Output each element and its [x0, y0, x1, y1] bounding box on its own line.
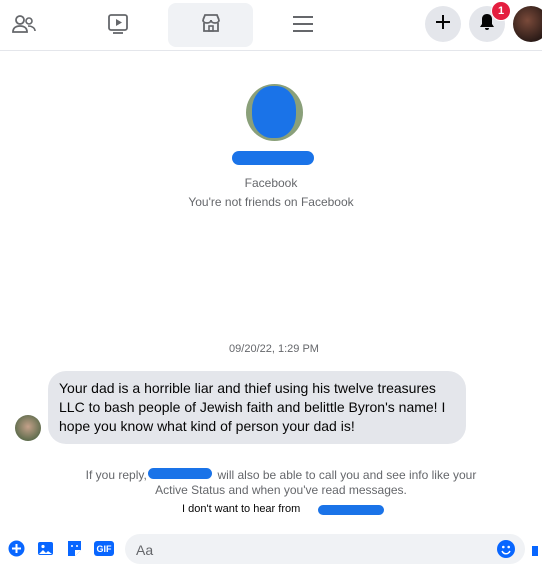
redacted-name-link [318, 505, 384, 515]
plus-icon [435, 14, 451, 35]
marketplace-tab[interactable] [168, 3, 253, 47]
reply-notice-prefix: If you reply, [85, 468, 147, 482]
sender-avatar[interactable] [15, 415, 41, 441]
profile-picture[interactable] [246, 84, 303, 141]
create-button[interactable] [425, 6, 461, 42]
account-avatar[interactable] [513, 6, 542, 42]
notification-count-badge: 1 [491, 1, 511, 21]
friends-icon[interactable] [10, 0, 38, 48]
redaction-scribble [252, 86, 296, 138]
message-timestamp: 09/20/22, 1:29 PM [229, 343, 319, 355]
plus-circle-icon[interactable] [8, 540, 25, 557]
message-input-placeholder: Aa [136, 542, 154, 558]
watch-icon[interactable] [104, 0, 132, 48]
svg-text:GIF: GIF [97, 544, 113, 554]
gif-icon[interactable]: GIF [94, 540, 114, 557]
redacted-name-inline [148, 468, 212, 479]
reply-notice-line2: Active Status and when you've read messa… [155, 483, 407, 497]
friend-status: You're not friends on Facebook [188, 195, 354, 209]
reply-notice-suffix: will also be able to call you and see in… [217, 468, 477, 482]
emoji-icon[interactable] [497, 540, 515, 558]
marketplace-icon [200, 12, 222, 39]
top-nav-bar: 1 [0, 0, 542, 51]
menu-icon[interactable] [291, 0, 315, 48]
sticker-icon[interactable] [66, 540, 83, 557]
message-bubble: Your dad is a horrible liar and thief us… [48, 371, 466, 444]
message-composer: GIF Aa [0, 534, 542, 564]
platform-label: Facebook [244, 176, 298, 190]
dont-want-to-hear-link[interactable]: I don't want to hear from [182, 503, 300, 515]
reply-notice: If you reply, will also be able to call … [0, 468, 542, 498]
photo-icon[interactable] [37, 540, 54, 557]
redacted-profile-name [232, 151, 314, 165]
like-icon[interactable] [530, 540, 540, 557]
